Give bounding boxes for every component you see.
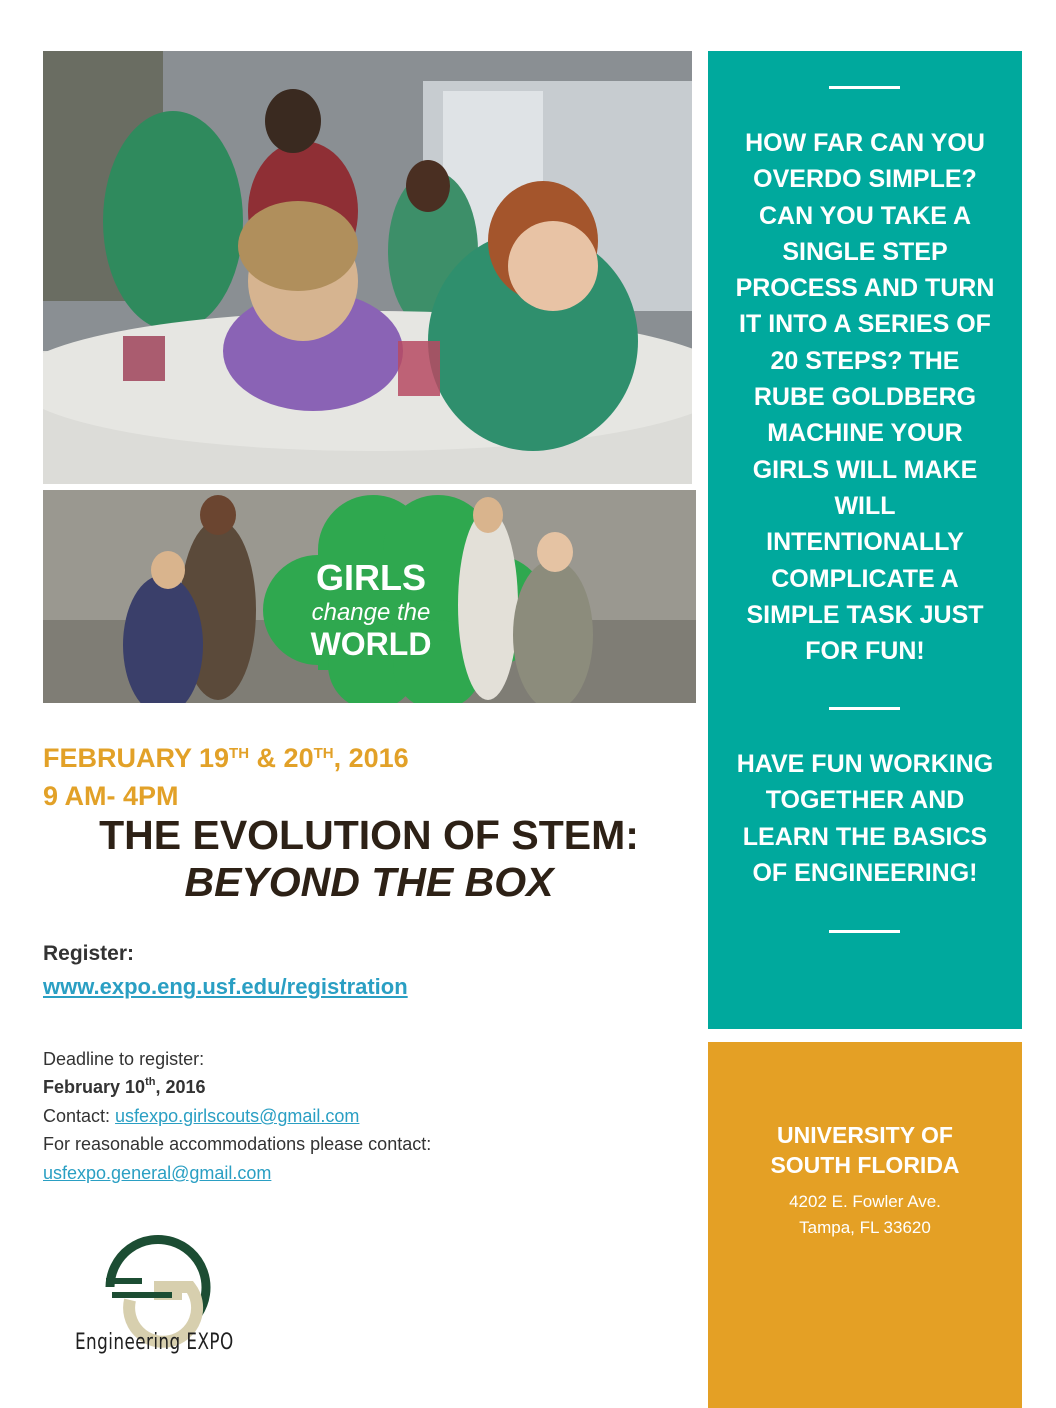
- event-title-line2: BEYOND THE BOX: [184, 859, 554, 905]
- accommodations-email-link[interactable]: usfexpo.general@gmail.com: [43, 1163, 271, 1183]
- deadline-date-suffix: th: [145, 1076, 156, 1088]
- event-date-suffix: TH: [229, 745, 250, 762]
- deadline-label: Deadline to register:: [43, 1049, 205, 1069]
- description-line: HOW FAR CAN YOU: [745, 129, 985, 157]
- description-line: SIMPLE TASK JUST: [746, 600, 984, 629]
- description-paragraph: HOW FAR CAN YOU OVERDO SIMPLE? CAN YOU TAK…: [708, 125, 1022, 669]
- event-title-line1: THE EVOLUTION OF STEM:: [99, 812, 639, 858]
- description-line: COMPLICATE A: [771, 564, 959, 593]
- event-date-part: & 20: [249, 743, 314, 773]
- girls-science-experiment-photo: [43, 51, 692, 484]
- register-label: Register:: [43, 942, 135, 965]
- description-line: WILL: [834, 491, 896, 520]
- university-name: UNIVERSITY OF SOUTH FLORIDA: [708, 1120, 1022, 1180]
- accommodations-label: For reasonable accommodations please con…: [43, 1134, 432, 1154]
- description-line: INTENTIONALLY: [766, 528, 964, 557]
- event-date-suffix: TH: [313, 745, 334, 762]
- tagline-line: TOGETHER AND: [765, 786, 965, 815]
- photo-illustration: [43, 51, 692, 484]
- contact-email-link[interactable]: usfexpo.girlscouts@gmail.com: [115, 1106, 359, 1126]
- university-name-line2: SOUTH FLORIDA: [770, 1152, 960, 1178]
- divider: [829, 930, 900, 933]
- divider: [829, 707, 900, 710]
- accommodations-email-line: usfexpo.general@gmail.com: [43, 1162, 271, 1184]
- description-line: CAN YOU TAKE A: [758, 201, 972, 230]
- description-line: 20 STEPS? THE: [770, 346, 960, 375]
- banner-text-change: change the: [312, 599, 431, 626]
- registration-link[interactable]: www.expo.eng.usf.edu/registration: [43, 974, 408, 1000]
- event-time: 9 AM- 4PM: [43, 781, 179, 811]
- event-date: FEBRUARY 19TH & 20TH, 2016: [43, 742, 409, 774]
- tagline-line: OF ENGINEERING!: [752, 858, 978, 887]
- event-date-part: FEBRUARY 19: [43, 743, 230, 773]
- address-street: 4202 E. Fowler Ave.: [789, 1192, 941, 1211]
- tagline-line: HAVE FUN WORKING: [736, 750, 994, 778]
- description-line: PROCESS AND TURN: [735, 274, 995, 303]
- contact-line: Contact: usfexpo.girlscouts@gmail.com: [43, 1105, 359, 1127]
- description-line: MACHINE YOUR: [767, 419, 963, 448]
- description-line: IT INTO A SERIES OF: [739, 310, 991, 339]
- event-title: THE EVOLUTION OF STEM: BEYOND THE BOX: [43, 812, 695, 906]
- description-line: FOR FUN!: [805, 637, 925, 666]
- description-line: GIRLS WILL MAKE: [752, 455, 978, 484]
- contact-label: Contact:: [43, 1106, 116, 1126]
- engineering-expo-logo-text: Engineering EXPO: [75, 1330, 234, 1355]
- banner-text-girls: GIRLS: [316, 557, 426, 598]
- event-date-year: , 2016: [333, 743, 409, 773]
- deadline-date: February 10th, 2016: [43, 1076, 206, 1098]
- banner-text-world: WORLD: [311, 626, 432, 662]
- tagline-paragraph: HAVE FUN WORKING TOGETHER AND LEARN THE BA…: [708, 746, 1022, 891]
- deadline-date-year: , 2016: [155, 1077, 206, 1097]
- description-line: SINGLE STEP: [782, 237, 948, 266]
- girls-change-the-world-photo: GIRLS change the WORLD: [43, 490, 696, 703]
- university-name-line1: UNIVERSITY OF: [777, 1122, 953, 1148]
- address-city: Tampa, FL 33620: [799, 1218, 931, 1237]
- divider: [829, 86, 900, 89]
- description-line: OVERDO SIMPLE?: [753, 165, 977, 194]
- deadline-date-part: February 10: [43, 1077, 146, 1097]
- description-line: RUBE GOLDBERG: [753, 383, 977, 412]
- photo2-illustration: GIRLS change the WORLD: [43, 490, 696, 703]
- tagline-line: LEARN THE BASICS: [742, 822, 988, 851]
